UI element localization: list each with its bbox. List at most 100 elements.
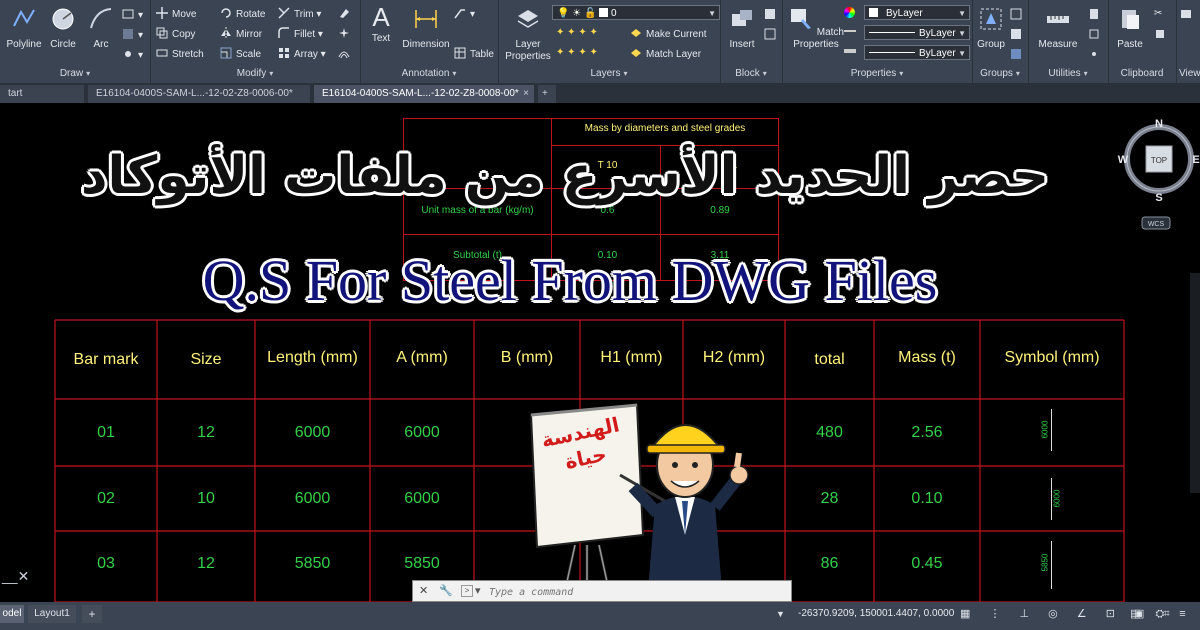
schedule-header-length: Length (mm) — [267, 349, 358, 366]
chevron-down-icon[interactable]: ▾ — [475, 584, 481, 597]
group-select-button[interactable] — [1010, 48, 1026, 62]
group-button[interactable]: Group — [975, 6, 1007, 51]
wcs-menu[interactable]: WCS — [1148, 221, 1165, 228]
rotate-button[interactable]: Rotate — [220, 7, 265, 21]
draw-more-button[interactable]: ▾ — [122, 48, 143, 62]
leader-button[interactable]: ▾ — [454, 7, 475, 21]
measure-button[interactable]: Measure — [1034, 6, 1082, 51]
hatch-button[interactable]: ▾ — [122, 28, 143, 42]
status-tools[interactable]: ▤ ⛭ ≡ — [1130, 607, 1192, 621]
fillet-button[interactable]: Fillet ▾ — [278, 27, 323, 41]
match-properties-button[interactable]: Match Properties — [786, 6, 846, 51]
edit-block-button[interactable] — [764, 28, 780, 42]
model-tab[interactable]: odel — [0, 605, 24, 623]
utilities-panel-title[interactable]: Utilities ▾ — [1028, 67, 1108, 81]
create-block-button[interactable] — [764, 8, 780, 22]
add-layout-button[interactable]: + — [82, 605, 102, 623]
quick-select-button[interactable] — [1088, 28, 1104, 42]
navigation-bar[interactable] — [1190, 273, 1200, 493]
linetype-dropdown[interactable]: ByLayer ▼ — [864, 25, 970, 40]
layer-properties-button[interactable]: Layer Properties — [504, 6, 552, 63]
layer-dropdown[interactable]: 💡 ☀ 🔓 0 ▼ — [552, 5, 720, 20]
layer-tools-row2[interactable]: ✦ ✦ ✦ ✦ — [556, 47, 598, 59]
layout1-tab[interactable]: Layout1 — [28, 605, 76, 623]
modify-panel-title[interactable]: Modify ▾ — [150, 67, 360, 81]
draw-more-icon — [125, 51, 131, 57]
chevron-down-icon[interactable]: ▼ — [776, 605, 796, 623]
create-block-icon — [765, 9, 775, 19]
copy-button[interactable]: Copy — [156, 27, 195, 41]
insert-button[interactable]: Insert — [724, 6, 760, 51]
command-line[interactable]: ✕ 🔧 > ▾ — [412, 580, 792, 602]
lineweight-dropdown[interactable]: ByLayer ▼ — [864, 45, 970, 60]
ungroup-icon — [1010, 8, 1022, 20]
text-button[interactable]: A Text — [364, 4, 398, 45]
annotation-panel-title[interactable]: Annotation ▾ — [360, 67, 498, 81]
wrench-icon[interactable]: 🔧 — [439, 584, 453, 597]
view-button[interactable] — [1180, 8, 1196, 22]
file-tab-0008[interactable]: E16104-0400S-SAM-L...-12-02-Z8-0008-00* × — [314, 85, 534, 103]
paste-button[interactable]: Paste — [1114, 6, 1146, 51]
match-properties-icon — [790, 9, 811, 29]
close-icon[interactable]: × — [523, 85, 529, 103]
schedule-header-mass: Mass (t) — [898, 349, 956, 366]
file-tab-start[interactable]: tart — [0, 85, 84, 103]
circle-button[interactable]: Circle — [46, 6, 80, 51]
viewcube-top-label[interactable]: TOP — [1151, 156, 1167, 165]
layers-panel-title[interactable]: Layers ▾ — [498, 67, 720, 81]
clipboard-panel-title[interactable]: Clipboard — [1108, 67, 1176, 81]
viewcube-south[interactable]: S — [1155, 192, 1162, 204]
circle-label: Circle — [50, 39, 76, 50]
color-dropdown[interactable]: ByLayer ▼ — [864, 5, 970, 20]
array-button[interactable]: Array ▾ — [278, 47, 326, 61]
table-icon — [454, 47, 466, 59]
file-tab-0006[interactable]: E16104-0400S-SAM-L...-12-02-Z8-0006-00* — [88, 85, 310, 103]
table-button[interactable]: Table — [454, 47, 494, 61]
viewcube[interactable]: TOP N S W E WCS — [1116, 111, 1200, 231]
match-layer-button[interactable]: Match Layer — [630, 47, 701, 61]
calculator-button[interactable] — [1088, 8, 1104, 22]
properties-panel-title[interactable]: Properties ▾ — [782, 67, 972, 81]
draw-panel-title[interactable]: Draw ▾ — [0, 67, 150, 81]
table-row-cell: 02 — [97, 490, 115, 507]
explode-button[interactable] — [338, 27, 354, 41]
copy-clip-button[interactable] — [1154, 28, 1170, 42]
cut-button[interactable]: ✂ — [1154, 8, 1162, 20]
stretch-button[interactable]: Stretch — [156, 47, 204, 61]
table-row-cell: 12 — [197, 555, 215, 572]
arc-button[interactable]: Arc — [84, 6, 118, 51]
color-swatch — [869, 8, 878, 17]
move-button[interactable]: Move — [156, 7, 196, 21]
new-tab-button[interactable]: + — [538, 85, 556, 103]
table-row-cell: 28 — [820, 490, 839, 507]
id-point-button[interactable] — [1088, 48, 1104, 62]
paste-label: Paste — [1117, 39, 1143, 50]
mirror-button[interactable]: Mirror — [220, 27, 262, 41]
layer-tools-row1[interactable]: ✦ ✦ ✦ ✦ — [556, 27, 598, 39]
polyline-button[interactable]: Polyline — [2, 6, 46, 51]
block-panel-title[interactable]: Block ▾ — [720, 67, 782, 81]
offset-button[interactable] — [338, 47, 354, 61]
ungroup-button[interactable] — [1010, 8, 1026, 22]
bar-symbol-label: 6000 — [1052, 489, 1062, 508]
command-input[interactable] — [487, 583, 781, 601]
viewcube-north[interactable]: N — [1155, 118, 1163, 130]
groups-panel-title[interactable]: Groups ▾ — [972, 67, 1028, 81]
viewcube-east[interactable]: E — [1192, 154, 1199, 166]
group-edit-button[interactable] — [1010, 28, 1026, 42]
drawing-canvas[interactable]: Mass by diameters and steel grades T 10 … — [0, 103, 1200, 602]
dimension-button[interactable]: Dimension — [400, 6, 452, 51]
trim-button[interactable]: Trim ▾ — [278, 7, 321, 21]
make-current-button[interactable]: Make Current — [630, 27, 707, 41]
scale-button[interactable]: Scale — [220, 47, 261, 61]
english-title-overlay: Q.S For Steel From DWG Files — [202, 248, 938, 313]
view-panel-title[interactable]: View — [1176, 67, 1200, 81]
erase-button[interactable] — [338, 7, 354, 21]
offset-icon — [338, 51, 350, 59]
rectangle-button[interactable]: ▾ — [122, 8, 143, 22]
schedule-header-bar-mark: Bar mark — [73, 351, 139, 368]
rotate-icon — [221, 8, 231, 18]
scale-icon — [220, 47, 232, 59]
utilities-panel: Measure Utilities ▾ — [1028, 0, 1109, 83]
close-icon[interactable]: ✕ — [419, 584, 428, 597]
